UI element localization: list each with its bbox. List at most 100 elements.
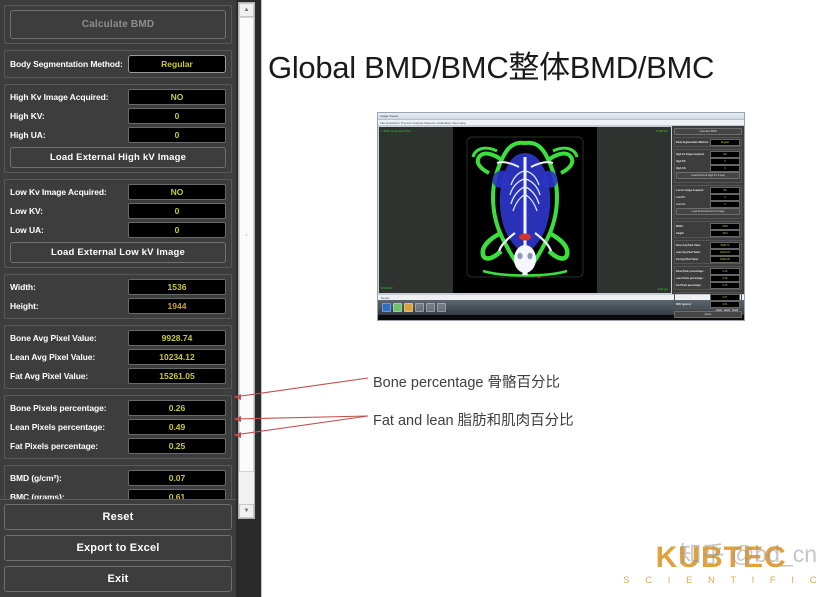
embedded-row-label: Lean Pixels percentage: xyxy=(676,276,704,280)
embedded-row: BMD (g/cm²): 0.07 xyxy=(676,293,740,301)
viewer-overlay-bottom-right: 100 µm xyxy=(657,287,668,291)
lean-avg-pixel-value: 10234.12 xyxy=(128,349,226,365)
calculate-bmd-button[interactable]: Calculate BMD xyxy=(10,10,226,39)
embedded-row: Fat Avg Pixel Value: 15261.05 xyxy=(676,255,740,263)
taskbar-explorer-icon[interactable] xyxy=(393,303,402,312)
embedded-row-label: High UA: xyxy=(676,166,687,170)
embedded-group-percentages: Bone Pixels percentage: 0.26 Lean Pixels… xyxy=(674,266,742,290)
embedded-row-label: Lean Avg Pixel Value: xyxy=(676,250,701,254)
embedded-row-value: 15261.05 xyxy=(710,255,740,263)
scroll-up-arrow-icon[interactable]: ▲ xyxy=(239,3,254,17)
embedded-row: Low UA: 0 xyxy=(676,200,740,208)
bmd-value: 0.07 xyxy=(128,470,226,486)
embedded-row: Body Segmentation Method: Regular xyxy=(676,138,740,146)
exit-button[interactable]: Exit xyxy=(4,566,232,592)
embedded-row-value: 0 xyxy=(710,157,740,165)
taskbar-start-icon[interactable] xyxy=(382,303,391,312)
lean-percentage-row: Lean Pixels percentage: 0.49 xyxy=(10,419,226,435)
embedded-row: Lean Pixels percentage: 0.49 xyxy=(676,274,740,282)
load-external-high-kv-button[interactable]: Load External High kV Image xyxy=(10,147,226,168)
calculate-group: Calculate BMD xyxy=(4,5,232,44)
embedded-row-value: 0.26 xyxy=(710,267,740,275)
embedded-row: Bone Pixels percentage: 0.26 xyxy=(676,267,740,275)
reset-button[interactable]: Reset xyxy=(4,504,232,530)
embedded-row-label: Bone Pixels percentage: xyxy=(676,269,704,273)
low-ua-value: 0 xyxy=(128,222,226,238)
embedded-row-value: 0.61 xyxy=(710,300,740,308)
low-kv-label: Low KV: xyxy=(10,206,43,216)
high-kv-value: 0 xyxy=(128,108,226,124)
panel-action-buttons: Reset Export to Excel Exit xyxy=(0,499,236,597)
embedded-load-low-kv-button[interactable]: Load External Low kV Image xyxy=(676,208,740,215)
embedded-row-label: BMC (grams): xyxy=(676,302,692,306)
embedded-row: High UA: 0 xyxy=(676,164,740,172)
embedded-window-body: 1.4MP (detected 97%) KUBTEC 8/1/2012 100… xyxy=(378,126,744,318)
height-row: Height: 1944 xyxy=(10,298,226,314)
fat-avg-pixel-label: Fat Avg Pixel Value: xyxy=(10,371,89,381)
annotation-bone-percentage: Bone percentage 骨骼百分比 xyxy=(373,375,560,391)
avg-pixel-values-group: Bone Avg Pixel Value: 9928.74 Lean Avg P… xyxy=(4,325,232,389)
embedded-row-value: 0.49 xyxy=(710,274,740,282)
lean-avg-pixel-row: Lean Avg Pixel Value: 10234.12 xyxy=(10,349,226,365)
embedded-row: High Kv Image Acquired: NO xyxy=(676,150,740,158)
embedded-row-value: 10234.12 xyxy=(710,248,740,256)
bone-avg-pixel-row: Bone Avg Pixel Value: 9928.74 xyxy=(10,330,226,346)
bone-percentage-value: 0.26 xyxy=(128,400,226,416)
scrollbar-thumb[interactable] xyxy=(239,17,254,472)
embedded-row-value: 1944 xyxy=(710,229,740,237)
embedded-load-high-kv-button[interactable]: Load External High kV Image xyxy=(676,172,740,179)
embedded-row-value: NO xyxy=(710,186,740,194)
export-to-excel-button[interactable]: Export to Excel xyxy=(4,535,232,561)
viewer-overlay-top-left: 1.4MP (detected 97%) xyxy=(381,129,411,133)
embedded-window-titlebar: Image Viewer xyxy=(378,113,744,120)
high-ua-value: 0 xyxy=(128,127,226,143)
embedded-row: Low Kv Image Acquired: NO xyxy=(676,186,740,194)
embedded-row-label: Bone Avg Pixel Value: xyxy=(676,243,701,247)
embedded-row-value: 0.25 xyxy=(710,281,740,289)
segmentation-label: Body Segmentation Method: xyxy=(10,59,123,69)
embedded-row: Height: 1944 xyxy=(676,229,740,237)
embedded-row: Width: 1536 xyxy=(676,222,740,230)
embedded-row-label: Width: xyxy=(676,224,684,228)
high-kv-label: High KV: xyxy=(10,111,45,121)
embedded-export-button[interactable]: Export to Excel xyxy=(674,320,742,321)
high-kv-acquired-value: NO xyxy=(128,89,226,105)
segmentation-select[interactable]: Regular xyxy=(128,55,226,73)
viewer-overlay-bottom-left: 8/1/2012 xyxy=(381,286,393,290)
low-kv-value: 0 xyxy=(128,203,226,219)
low-kv-acquired-label: Low Kv Image Acquired: xyxy=(10,187,107,197)
taskbar-app-icon[interactable] xyxy=(415,303,424,312)
embedded-group-high-kv: High Kv Image Acquired: NO High KV: 0 Hi… xyxy=(674,149,742,183)
taskbar-folder-icon[interactable] xyxy=(404,303,413,312)
bmd-control-panel: Calculate BMD Body Segmentation Method: … xyxy=(0,0,262,597)
embedded-group-dimensions: Width: 1536 Height: 1944 xyxy=(674,221,742,238)
taskbar-app3-icon[interactable] xyxy=(437,303,446,312)
annotation-fat-and-lean: Fat and lean 脂肪和肌肉百分比 xyxy=(373,413,574,429)
low-kv-group: Low Kv Image Acquired: NO Low KV: 0 Low … xyxy=(4,179,232,268)
bmd-label: BMD (g/cm²): xyxy=(10,473,62,483)
embedded-row-value: Regular xyxy=(710,138,740,146)
height-value: 1944 xyxy=(128,298,226,314)
embedded-row-value: NO xyxy=(710,150,740,158)
embedded-row-label: Body Segmentation Method: xyxy=(676,140,709,144)
bone-percentage-row: Bone Pixels percentage: 0.26 xyxy=(10,400,226,416)
embedded-row: Bone Avg Pixel Value: 9928.74 xyxy=(676,241,740,249)
low-ua-label: Low UA: xyxy=(10,225,44,235)
scroll-down-arrow-icon[interactable]: ▼ xyxy=(239,504,254,518)
embedded-calculate-bmd-button[interactable]: Calculate BMD xyxy=(674,128,742,135)
embedded-row-value: 1536 xyxy=(710,222,740,230)
taskbar-app2-icon[interactable] xyxy=(426,303,435,312)
dimensions-group: Width: 1536 Height: 1944 xyxy=(4,274,232,319)
high-kv-acquired-label: High Kv Image Acquired: xyxy=(10,92,109,102)
panel-scrollbar[interactable]: ▲ ▫ ▼ xyxy=(238,2,255,519)
embedded-row: BMC (grams): 0.61 xyxy=(676,300,740,308)
embedded-row-label: Height: xyxy=(676,231,685,235)
lean-percentage-value: 0.49 xyxy=(128,419,226,435)
embedded-reset-button[interactable]: Reset xyxy=(674,311,742,318)
fat-percentage-row: Fat Pixels percentage: 0.25 xyxy=(10,438,226,454)
load-external-low-kv-button[interactable]: Load External Low kV Image xyxy=(10,242,226,263)
segmented-rodent-xray-graphic xyxy=(453,127,597,293)
embedded-row-value: 0.07 xyxy=(710,293,740,301)
embedded-group-segmentation: Body Segmentation Method: Regular xyxy=(674,137,742,147)
embedded-row-label: BMD (g/cm²): xyxy=(676,295,691,299)
